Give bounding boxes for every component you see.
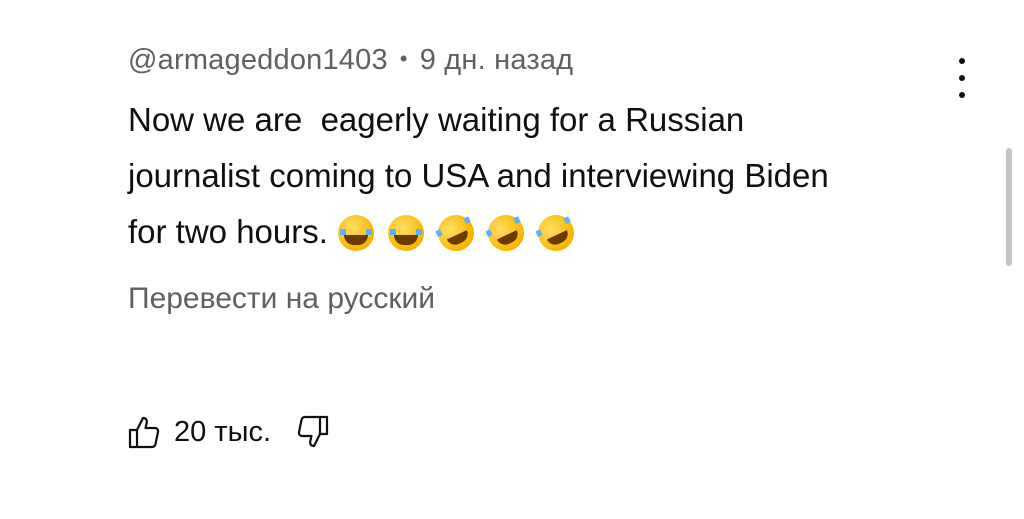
joy-emoji (387, 215, 424, 252)
joy-emoji (337, 215, 374, 252)
like-button[interactable] (128, 415, 160, 449)
dislike-button[interactable] (297, 415, 329, 449)
comment: @armageddon1403 • 9 дн. назад Now we are e… (0, 0, 1024, 519)
emoji-row (337, 206, 588, 262)
comment-text-line: Now we are eagerly waiting for a Russian (128, 101, 745, 138)
comment-text-line-last: for two hours. (128, 204, 968, 262)
rofl-emoji (432, 209, 480, 258)
translate-button[interactable]: Перевести на русский (128, 282, 435, 316)
more-vert-icon-dot (959, 75, 965, 81)
comment-text-line: for two hours. (128, 213, 328, 250)
comment-actions: 20 тыс. (128, 410, 329, 454)
comment-author[interactable]: @armageddon1403 (128, 44, 388, 76)
rofl-emoji (482, 209, 530, 258)
meta-separator: • (399, 46, 408, 71)
scrollbar-thumb[interactable] (1006, 148, 1012, 266)
comment-text: Now we are eagerly waiting for a Russian… (128, 92, 968, 262)
like-count: 20 тыс. (174, 415, 271, 448)
comment-time[interactable]: 9 дн. назад (420, 44, 574, 76)
rofl-emoji (532, 209, 580, 258)
more-vert-icon (959, 58, 965, 64)
thumbs-down-icon (297, 415, 329, 448)
thumbs-up-icon (128, 416, 160, 449)
comment-meta: @armageddon1403 • 9 дн. назад (128, 44, 573, 77)
comment-text-line: journalist coming to USA and interviewin… (128, 157, 829, 194)
